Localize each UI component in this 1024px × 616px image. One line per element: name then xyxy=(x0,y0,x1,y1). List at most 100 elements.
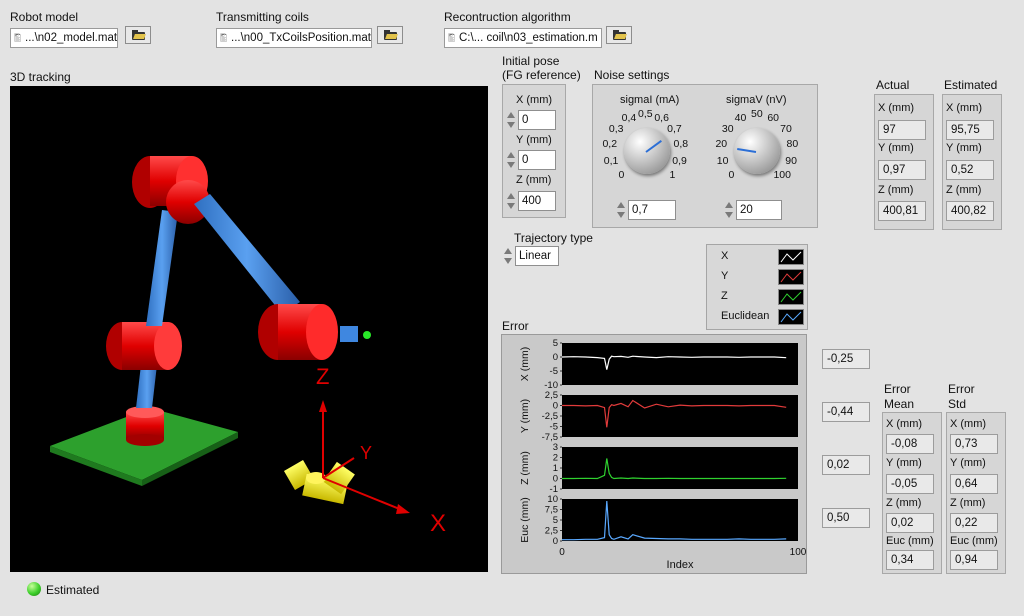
sigma-ma-input[interactable]: 0,7 xyxy=(628,200,676,220)
legend-swatch xyxy=(778,269,804,285)
std-y-label: Y (mm) xyxy=(950,457,986,469)
y-tick-label: 2,5 xyxy=(545,526,558,537)
sigma-v-label: sigmaV (nV) xyxy=(726,94,787,106)
estimated-title: Estimated xyxy=(944,78,998,92)
estimated-z-label: Z (mm) xyxy=(946,184,982,196)
init-z-spinner[interactable] xyxy=(506,191,517,211)
reconstruction-browse-button[interactable] xyxy=(606,26,632,44)
trajectory-type-value[interactable]: Linear xyxy=(515,246,559,266)
actual-z-value: 400,81 xyxy=(878,201,926,221)
y-axis-label: X (mm) xyxy=(519,347,531,381)
y-tick-label: 3 xyxy=(553,442,558,453)
init-y-input[interactable]: 0 xyxy=(518,150,556,170)
tx-coils-path-field[interactable]: 🖺 ...\n00_TxCoilsPosition.mat xyxy=(216,28,372,48)
tracking-axis-z-label: Z xyxy=(316,364,329,389)
init-z-label: Z (mm) xyxy=(516,174,552,186)
init-y-spinner[interactable] xyxy=(506,150,517,170)
legend-line-z xyxy=(780,291,802,303)
sigma-v-spinner[interactable] xyxy=(724,200,735,220)
tracking-label: 3D tracking xyxy=(10,70,71,84)
mean-z-label: Z (mm) xyxy=(886,497,922,509)
sigma-ma-tick: 0,2 xyxy=(602,138,618,151)
y-tick-label: 2 xyxy=(553,453,558,464)
init-x-label: X (mm) xyxy=(516,94,553,106)
sigma-ma-needle xyxy=(645,140,662,153)
plot-legend: X Y Z Euclidean xyxy=(706,244,808,330)
plot-area xyxy=(562,447,798,489)
noise-settings-title: Noise settings xyxy=(594,68,670,82)
robot-model-path-field[interactable]: 🖺 ...\n02_model.mat xyxy=(10,28,118,48)
folder-icon xyxy=(132,30,145,40)
initial-pose-title: Initial pose xyxy=(502,54,560,68)
plot-area xyxy=(562,499,798,541)
end-effector xyxy=(340,326,358,342)
mean-x-value: -0,08 xyxy=(886,434,934,454)
init-y-label: Y (mm) xyxy=(516,134,552,146)
current-error-y: -0,44 xyxy=(822,402,870,422)
mean-x-label: X (mm) xyxy=(886,418,923,430)
plot-area xyxy=(562,395,798,437)
trajectory-type-spinner[interactable] xyxy=(503,246,514,266)
estimated-x-label: X (mm) xyxy=(946,102,983,114)
sigma-ma-knob[interactable] xyxy=(624,128,670,174)
y-axis-label: Euc (mm) xyxy=(519,497,531,543)
init-x-input[interactable]: 0 xyxy=(518,110,556,130)
legend-line-y xyxy=(780,271,802,283)
sigma-v-input[interactable]: 20 xyxy=(736,200,782,220)
trajectory-type-label: Trajectory type xyxy=(514,231,593,245)
y-tick-label: 10 xyxy=(547,494,558,505)
y-tick-label: -5 xyxy=(550,366,558,377)
error-mean-subtitle: Mean xyxy=(884,397,915,411)
actual-z-label: Z (mm) xyxy=(878,184,914,196)
y-tick-label: -5 xyxy=(550,422,558,433)
std-y-value: 0,64 xyxy=(950,474,998,494)
reconstruction-path-field[interactable]: 🖺 C:\... coil\n03_estimation.m xyxy=(444,28,602,48)
robot-model-browse-button[interactable] xyxy=(125,26,151,44)
tracking-3d-view[interactable]: Z Y X xyxy=(10,86,488,572)
tx-coils-path-value: ...\n00_TxCoilsPosition.mat xyxy=(231,32,371,44)
y-axis-label: Z (mm) xyxy=(519,451,531,485)
current-error-euc: 0,50 xyxy=(822,508,870,528)
estimated-point xyxy=(363,331,371,339)
sigma-ma-tick: 0,3 xyxy=(608,122,624,135)
std-x-value: 0,73 xyxy=(950,434,998,454)
error-std-title: Error xyxy=(948,382,975,396)
y-tick-label: 0 xyxy=(553,401,558,412)
init-x-spinner[interactable] xyxy=(506,110,517,130)
estimated-x-value: 95,75 xyxy=(946,120,994,140)
estimated-led-label: Estimated xyxy=(46,583,100,597)
y-tick-label: 0 xyxy=(553,536,558,547)
y-tick-label: 0 xyxy=(553,352,558,363)
estimated-y-label: Y (mm) xyxy=(946,142,982,154)
sigma-v-knob[interactable] xyxy=(734,128,780,174)
y-tick-label: 1 xyxy=(553,463,558,474)
sigma-v-tick: 40 xyxy=(734,111,747,124)
actual-y-label: Y (mm) xyxy=(878,142,914,154)
plot-area xyxy=(562,343,798,385)
std-euc-value: 0,94 xyxy=(950,550,998,570)
legend-swatch xyxy=(778,249,804,265)
robot-model-label: Robot model xyxy=(10,10,79,24)
current-error-z: 0,02 xyxy=(822,455,870,475)
tracking-axis-x-label: X xyxy=(430,510,446,537)
legend-item: X xyxy=(707,247,808,267)
legend-label: Z xyxy=(721,290,728,302)
reconstruction-path-value: C:\... coil\n03_estimation.m xyxy=(459,32,598,44)
y-tick-label: 5 xyxy=(553,338,558,349)
actual-x-label: X (mm) xyxy=(878,102,915,114)
std-x-label: X (mm) xyxy=(950,418,987,430)
error-std-subtitle: Std xyxy=(948,397,967,411)
tx-coils-browse-button[interactable] xyxy=(377,26,403,44)
sigma-ma-spinner[interactable] xyxy=(616,200,627,220)
estimated-y-value: 0,52 xyxy=(946,160,994,180)
sigma-v-needle xyxy=(737,148,757,153)
sigma-v-tick: 80 xyxy=(786,138,799,151)
field-generator xyxy=(283,459,355,505)
init-z-input[interactable]: 400 xyxy=(518,191,556,211)
mean-y-value: -0,05 xyxy=(886,474,934,494)
x-tick-label: 0 xyxy=(559,547,565,558)
error-graph[interactable]: 5 0 -5 -10 X (mm) 2,5 0 -2,5 -5 -7,5 Y (mm) 3 2 1 0 -1 Z… xyxy=(501,334,807,574)
sigma-v-tick: 30 xyxy=(721,122,734,135)
legend-swatch xyxy=(778,289,804,305)
sigma-ma-tick: 0,1 xyxy=(603,155,619,168)
